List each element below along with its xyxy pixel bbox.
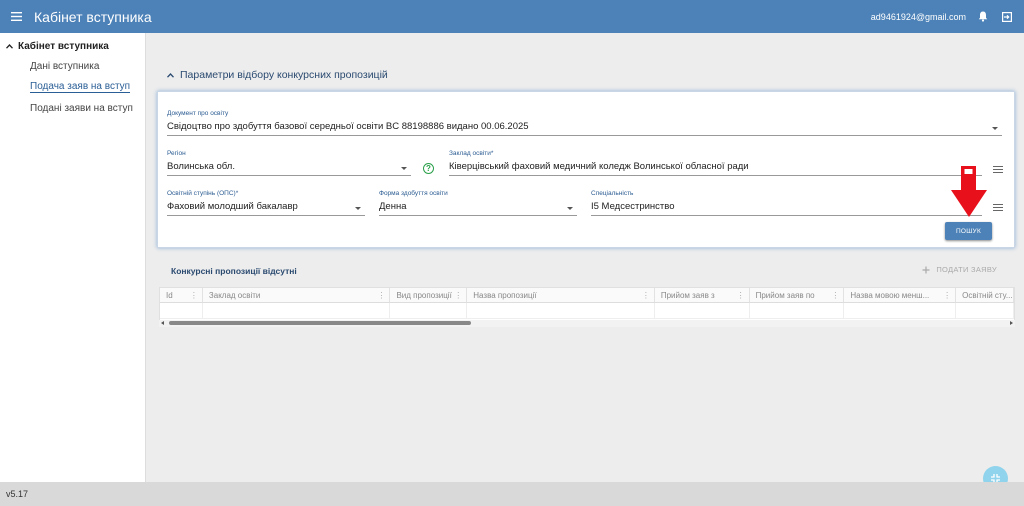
degree-value: Фаховий молодший бакалавр [167, 201, 298, 212]
sidebar-section-header[interactable]: Кабінет вступника [0, 33, 145, 52]
region-value: Волинська обл. [167, 161, 235, 172]
submit-application-label: ПОДАТИ ЗАЯВУ [936, 265, 997, 274]
table-header: Id ⋮ Заклад освіти ⋮ Вид пропозиції ⋮ Назва… [160, 288, 1014, 303]
scroll-left-icon[interactable] [161, 321, 164, 325]
column-header[interactable]: Вид пропозиції ⋮ [390, 288, 468, 302]
specialty-field[interactable]: Спеціальність I5 Медсестринство [591, 190, 982, 216]
column-header[interactable]: Заклад освіти ⋮ [203, 288, 391, 302]
document-label: Документ про освіту [167, 110, 229, 117]
filters-section-header[interactable]: Параметри відбору конкурсних пропозицій [167, 69, 388, 81]
dropdown-arrow-icon [567, 207, 573, 210]
red-arrow-annotation [951, 166, 987, 217]
version-label: v5.17 [6, 489, 29, 499]
horizontal-scrollbar[interactable] [159, 320, 1015, 327]
top-app-bar: Кабінет вступника ad9461924@gmail.com [0, 0, 1024, 33]
main-content: Параметри відбору конкурсних пропозицій … [147, 33, 1024, 482]
sidebar-item-applicant-data[interactable]: Дані вступника [0, 61, 145, 72]
column-header[interactable]: Назва пропозиції ⋮ [467, 288, 655, 302]
dropdown-arrow-icon [401, 167, 407, 170]
institution-value: Ківерцівський фаховий медичний коледж Во… [449, 161, 749, 172]
dropdown-arrow-icon [992, 127, 998, 130]
scroll-right-icon[interactable] [1010, 321, 1013, 325]
table-row [160, 303, 1014, 319]
search-button[interactable]: ПОШУК [945, 222, 992, 240]
sidebar: Кабінет вступника Дані вступника Подача … [0, 33, 146, 482]
app-title: Кабінет вступника [34, 8, 152, 25]
logout-icon[interactable] [1000, 10, 1014, 24]
bell-icon[interactable] [976, 10, 990, 24]
region-label: Регіон [167, 150, 186, 157]
column-header[interactable]: Прийом заяв з ⋮ [655, 288, 750, 302]
specialty-value: I5 Медсестринство [591, 201, 675, 212]
document-select[interactable]: Документ про освіту Свідоцтво про здобут… [167, 110, 1002, 136]
sidebar-item-submitted-applications[interactable]: Подані заяви на вступ [0, 103, 145, 114]
chevron-up-icon [6, 44, 13, 49]
hamburger-menu-icon[interactable] [0, 0, 33, 33]
column-header[interactable]: Id ⋮ [160, 288, 203, 302]
degree-label: Освітній ступінь (ОПС)* [167, 190, 239, 197]
filters-panel: Документ про освіту Свідоцтво про здобут… [157, 91, 1015, 248]
region-select[interactable]: Регіон Волинська обл. [167, 150, 411, 176]
footer: v5.17 [0, 482, 1024, 506]
document-value: Свідоцтво про здобуття базової середньої… [167, 121, 529, 132]
user-email: ad9461924@gmail.com [870, 11, 966, 22]
list-icon[interactable] [993, 204, 1003, 212]
filters-section-title: Параметри відбору конкурсних пропозицій [180, 69, 388, 81]
plus-icon [922, 266, 930, 273]
column-header[interactable]: Освітній сту... [956, 288, 1014, 302]
submit-application-button[interactable]: ПОДАТИ ЗАЯВУ [922, 265, 997, 274]
results-title: Конкурсні пропозиції відсутні [171, 266, 297, 276]
dropdown-arrow-icon [355, 207, 361, 210]
study-form-select[interactable]: Форма здобуття освіти Денна [379, 190, 577, 216]
help-icon[interactable]: ? [423, 163, 434, 174]
scrollbar-thumb[interactable] [169, 321, 471, 325]
study-form-value: Денна [379, 201, 407, 212]
list-icon[interactable] [993, 166, 1003, 174]
specialty-label: Спеціальність [591, 190, 634, 197]
degree-select[interactable]: Освітній ступінь (ОПС)* Фаховий молодший… [167, 190, 365, 216]
column-header[interactable]: Назва мовою менш... ⋮ [844, 288, 957, 302]
chevron-up-icon [167, 72, 174, 78]
sidebar-section-label: Кабінет вступника [18, 41, 109, 52]
institution-label: Заклад освіти* [449, 150, 494, 157]
institution-field[interactable]: Заклад освіти* Ківерцівський фаховий мед… [449, 150, 982, 176]
study-form-label: Форма здобуття освіти [379, 190, 448, 197]
sidebar-item-submit-application[interactable]: Подача заяв на вступ [30, 81, 131, 93]
column-header[interactable]: Прийом заяв по ⋮ [750, 288, 845, 302]
